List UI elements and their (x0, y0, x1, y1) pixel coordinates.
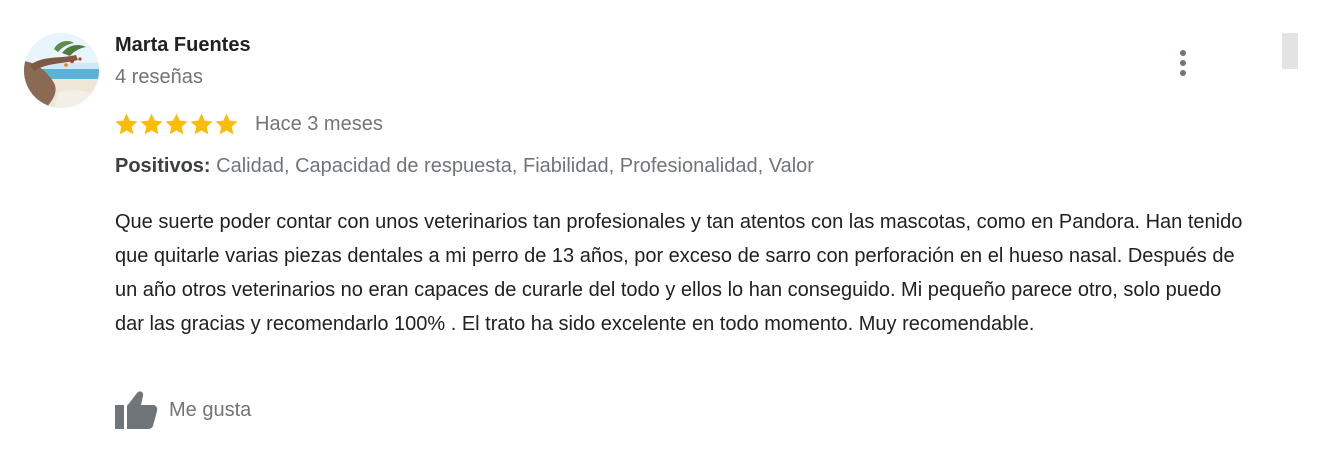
review-date: Hace 3 meses (255, 112, 383, 135)
rating-row: Hace 3 meses (114, 108, 383, 140)
star-icon (165, 113, 188, 134)
star-icon (215, 113, 238, 134)
positives-values: Calidad, Capacidad de respuesta, Fiabili… (216, 155, 814, 177)
avatar-photo (24, 33, 99, 108)
more-vert-icon-dot (1180, 60, 1186, 66)
author-name[interactable]: Marta Fuentes (115, 34, 251, 57)
star-icon (190, 113, 213, 134)
star-rating (114, 112, 239, 137)
scrollbar-thumb[interactable] (1282, 33, 1298, 69)
positives-label: Positivos: (115, 155, 211, 177)
review-card: Marta Fuentes 4 reseñas Hace 3 meses Pos… (0, 0, 1344, 461)
author-review-count: 4 reseñas (115, 66, 203, 88)
review-text: Que suerte poder contar con unos veterin… (115, 211, 1243, 335)
more-options-button[interactable] (1168, 46, 1198, 80)
like-label: Me gusta (169, 398, 252, 421)
positives-line: Positivos: Calidad, Capacidad de respues… (115, 155, 814, 178)
thumb-up-icon (113, 389, 159, 431)
star-icon (140, 113, 163, 134)
more-vert-icon-dot (1180, 70, 1186, 76)
more-vert-icon (1180, 50, 1186, 56)
avatar[interactable] (24, 33, 99, 108)
like-button[interactable]: Me gusta (113, 388, 251, 432)
star-icon (115, 113, 138, 134)
